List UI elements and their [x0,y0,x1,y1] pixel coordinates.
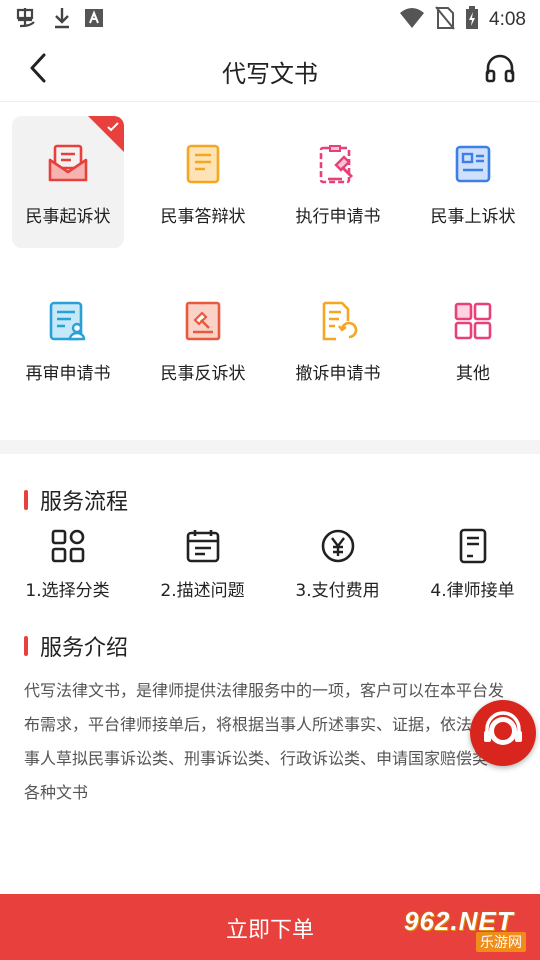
customer-service-icon [479,707,527,759]
watermark-sub: 乐游网 [476,932,526,952]
category-item-other[interactable]: 其他 [417,273,529,405]
intro-text: 代写法律文书，是律师提供法律服务中的一项，客户可以在本平台发布需求，平台律师接单… [24,681,505,802]
process-step: 1.选择分类 [0,526,135,601]
category-label: 民事起诉状 [25,207,111,227]
category-item-execution-application[interactable]: 执行申请书 [282,116,394,248]
step-label: 4.律师接单 [430,581,515,601]
id-card-icon [451,142,495,186]
watermark-logo: 962.NET 乐游网 [404,906,534,952]
category-label: 执行申请书 [295,207,381,227]
step-label: 3.支付费用 [295,581,380,601]
calendar-note-icon [183,526,223,566]
categories-icon [48,526,88,566]
category-label: 撤诉申请书 [295,364,381,384]
category-item-civil-defense[interactable]: 民事答辩状 [147,116,259,248]
yuan-coin-icon [318,526,358,566]
envelope-doc-icon [46,142,90,186]
status-time: 4:08 [489,9,526,30]
notification-app-icon [14,6,40,34]
status-bar: 4:08 [0,0,540,38]
step-label: 2.描述问题 [160,581,245,601]
gavel-doc-icon [181,299,225,343]
category-grid: 民事起诉状 民事答辩状 执行申请书 民事上诉状 再审申请书 民事反诉状 撤诉申请… [0,103,540,439]
process-step: 2.描述问题 [135,526,270,601]
selected-check-icon [88,116,124,152]
step-label: 1.选择分类 [25,581,110,601]
floating-service-button[interactable] [470,700,536,766]
document-icon [453,526,493,566]
text-a-icon [84,8,104,32]
category-label: 再审申请书 [25,364,111,384]
battery-charging-icon [465,6,479,34]
grid-squares-icon [451,299,495,343]
section-marker [24,636,28,656]
intro-title: 服务介绍 [40,636,129,661]
process-steps: 1.选择分类 2.描述问题 3.支付费用 4.律师接单 [0,526,540,606]
doc-undo-icon [316,299,360,343]
no-sim-icon [435,6,455,34]
headphones-icon [484,52,516,88]
process-step: 4.律师接单 [405,526,540,601]
category-label: 民事反诉状 [160,364,246,384]
intro-section-title: 服务介绍 [24,630,128,662]
doc-person-icon [46,299,90,343]
download-icon [52,6,72,34]
process-section-title: 服务流程 [24,484,128,516]
category-item-civil-appeal[interactable]: 民事上诉状 [417,116,529,248]
category-item-civil-counterclaim[interactable]: 民事反诉状 [147,273,259,405]
category-item-withdrawal-application[interactable]: 撤诉申请书 [282,273,394,405]
category-label: 民事上诉状 [430,207,516,227]
process-title: 服务流程 [40,490,129,515]
clipboard-gavel-icon [316,142,360,186]
category-label: 民事答辩状 [160,207,246,227]
page-title: 代写文书 [222,60,318,88]
bottom-bar: 立即下单 962.NET 乐游网 [0,894,540,960]
category-label: 其他 [456,364,490,384]
doc-lines-icon [181,142,225,186]
section-divider [0,440,540,454]
category-item-retrial-application[interactable]: 再审申请书 [12,273,124,405]
section-marker [24,490,28,510]
wifi-icon [399,7,425,33]
support-button[interactable] [480,50,520,90]
category-item-civil-complaint[interactable]: 民事起诉状 [12,116,124,248]
header: 代写文书 [0,38,540,102]
process-step: 3.支付费用 [270,526,405,601]
